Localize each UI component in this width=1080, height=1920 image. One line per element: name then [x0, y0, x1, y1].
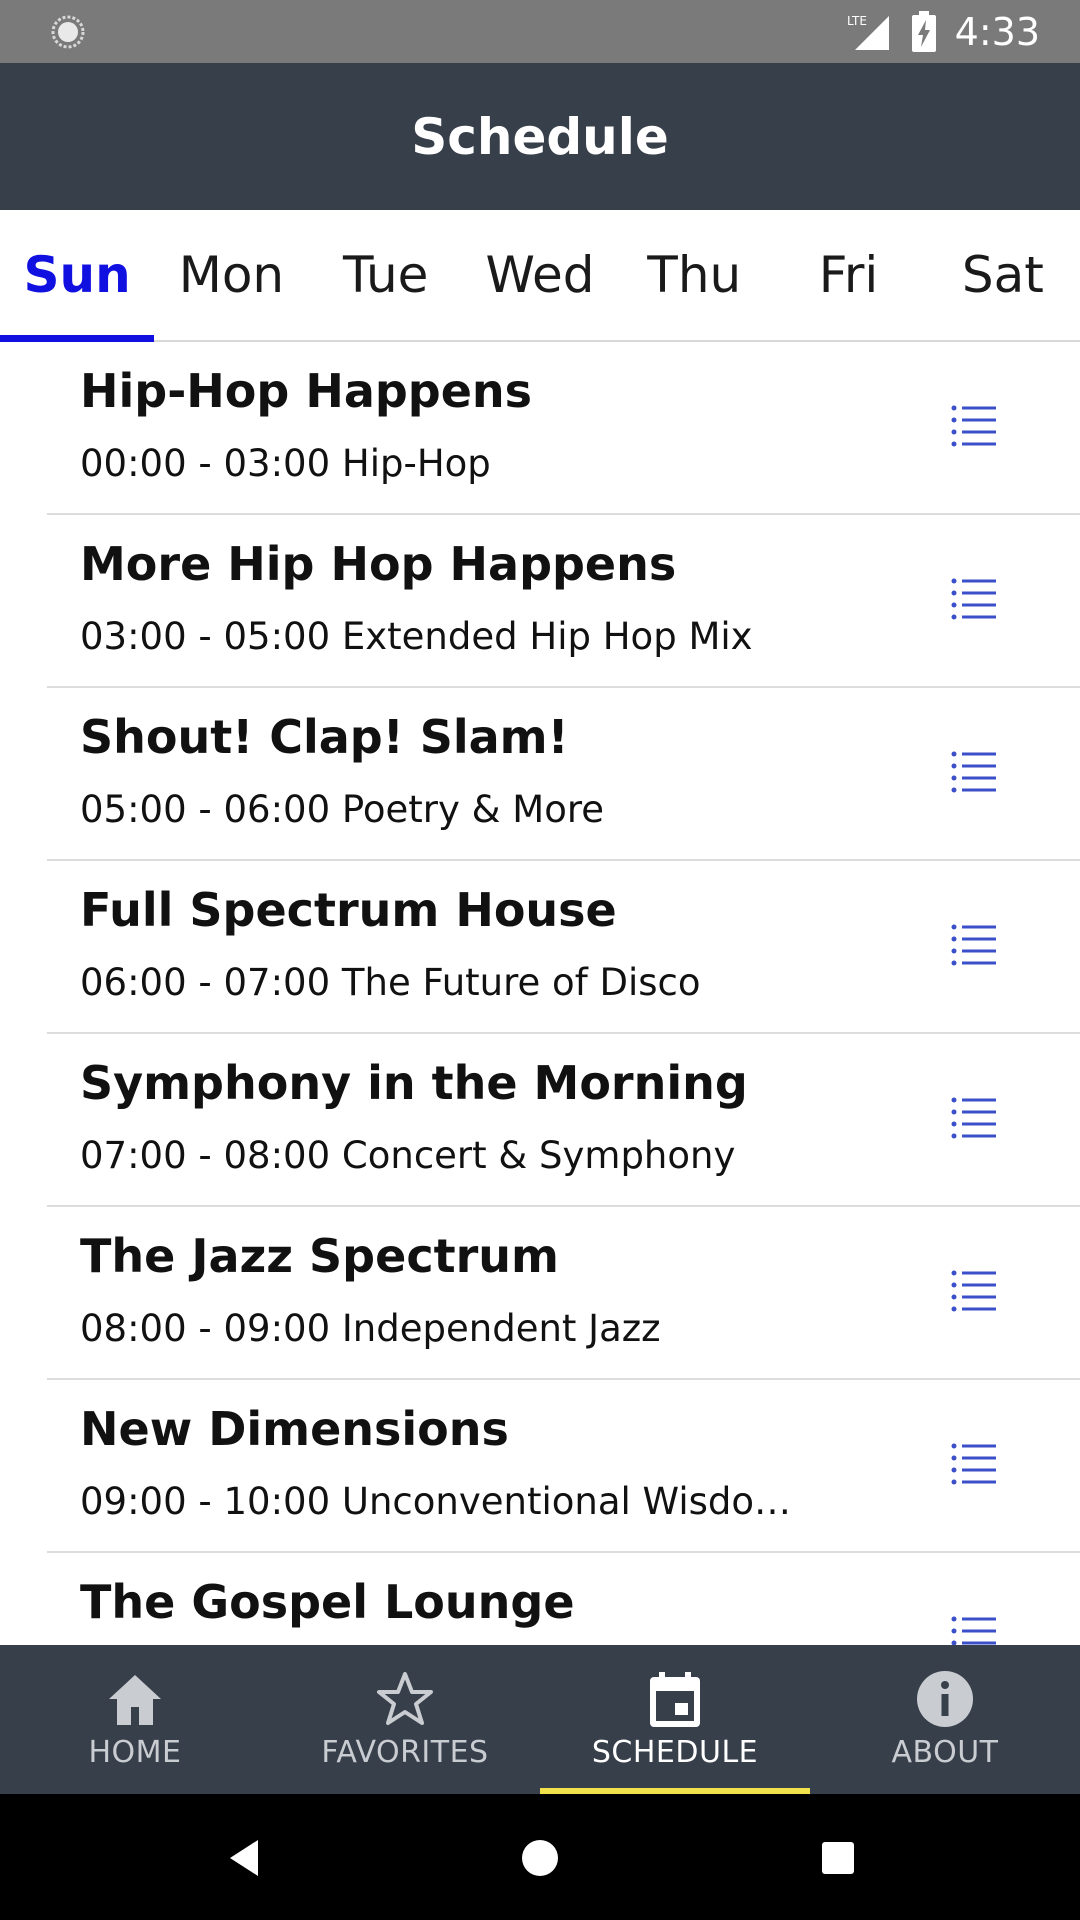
day-tabs: Sun Mon Tue Wed Thu Fri Sat	[0, 210, 1080, 342]
program-title: New Dimensions	[80, 1402, 509, 1456]
app-bar: Schedule	[0, 63, 1080, 210]
tab-sat[interactable]: Sat	[926, 210, 1080, 340]
list-item[interactable]: Symphony in the Morning 07:00 - 08:00 Co…	[47, 1034, 1080, 1207]
tab-mon[interactable]: Mon	[154, 210, 308, 340]
list-icon[interactable]	[950, 1442, 998, 1486]
sync-icon	[51, 15, 85, 49]
program-title: Shout! Clap! Slam!	[80, 710, 569, 764]
list-icon[interactable]	[950, 1615, 998, 1645]
recents-icon[interactable]	[814, 1834, 862, 1882]
back-icon[interactable]	[222, 1834, 270, 1882]
schedule-list[interactable]: Hip-Hop Happens 00:00 - 03:00 Hip-Hop Mo…	[0, 342, 1080, 1645]
home-circle-icon[interactable]	[516, 1834, 564, 1882]
nav-schedule[interactable]: SCHEDULE	[540, 1645, 810, 1794]
program-time: 03:00 - 05:00 Extended Hip Hop Mix	[80, 615, 753, 658]
program-time: 09:00 - 10:00 Unconventional Wisdo…	[80, 1480, 792, 1523]
tab-sun[interactable]: Sun	[0, 210, 155, 342]
program-title: The Jazz Spectrum	[80, 1229, 559, 1283]
tab-fri[interactable]: Fri	[771, 210, 925, 340]
list-item[interactable]: New Dimensions 09:00 - 10:00 Unconventio…	[47, 1380, 1080, 1553]
battery-charging-icon	[911, 10, 936, 52]
list-item[interactable]: More Hip Hop Happens 03:00 - 05:00 Exten…	[47, 515, 1080, 688]
program-time: 07:00 - 08:00 Concert & Symphony	[80, 1134, 736, 1177]
list-icon[interactable]	[950, 577, 998, 621]
bottom-nav: HOME FAVORITES SCHEDULE ABOUT	[0, 1645, 1080, 1794]
list-icon[interactable]	[950, 923, 998, 967]
calendar-icon	[650, 1672, 700, 1727]
system-nav-bar	[0, 1794, 1080, 1920]
list-item[interactable]: Full Spectrum House 06:00 - 07:00 The Fu…	[47, 861, 1080, 1034]
list-item[interactable]: The Gospel Lounge	[47, 1553, 1080, 1645]
program-time: 06:00 - 07:00 The Future of Disco	[80, 961, 701, 1004]
nav-about[interactable]: ABOUT	[810, 1645, 1080, 1794]
tab-thu[interactable]: Thu	[617, 210, 771, 340]
nav-home-label: HOME	[88, 1735, 182, 1770]
status-icons: LTE 4:33	[845, 0, 1040, 63]
list-icon[interactable]	[950, 404, 998, 448]
program-time: 00:00 - 03:00 Hip-Hop	[80, 442, 491, 485]
list-item[interactable]: The Jazz Spectrum 08:00 - 09:00 Independ…	[47, 1207, 1080, 1380]
info-icon	[917, 1671, 973, 1727]
list-item[interactable]: Hip-Hop Happens 00:00 - 03:00 Hip-Hop	[47, 342, 1080, 515]
tab-tue[interactable]: Tue	[309, 210, 463, 340]
nav-about-label: ABOUT	[891, 1735, 999, 1770]
program-title: The Gospel Lounge	[80, 1575, 575, 1629]
list-icon[interactable]	[950, 750, 998, 794]
nav-schedule-label: SCHEDULE	[591, 1735, 759, 1770]
status-bar: LTE 4:33	[0, 0, 1080, 63]
nav-favorites[interactable]: FAVORITES	[270, 1645, 540, 1794]
star-icon	[377, 1672, 433, 1725]
nav-home[interactable]: HOME	[0, 1645, 270, 1794]
list-icon[interactable]	[950, 1269, 998, 1313]
page-title: Schedule	[411, 107, 669, 166]
list-icon[interactable]	[950, 1096, 998, 1140]
lte-signal-icon: LTE	[847, 14, 889, 50]
nav-favorites-label: FAVORITES	[321, 1735, 489, 1770]
program-title: Symphony in the Morning	[80, 1056, 748, 1110]
program-title: Full Spectrum House	[80, 883, 617, 937]
tab-wed[interactable]: Wed	[463, 210, 617, 340]
program-time: 08:00 - 09:00 Independent Jazz	[80, 1307, 661, 1350]
list-item[interactable]: Shout! Clap! Slam! 05:00 - 06:00 Poetry …	[47, 688, 1080, 861]
svg-text:LTE: LTE	[847, 14, 867, 28]
program-time: 05:00 - 06:00 Poetry & More	[80, 788, 604, 831]
status-time: 4:33	[954, 9, 1040, 54]
program-title: More Hip Hop Happens	[80, 537, 677, 591]
home-icon	[109, 1675, 161, 1725]
program-title: Hip-Hop Happens	[80, 364, 533, 418]
